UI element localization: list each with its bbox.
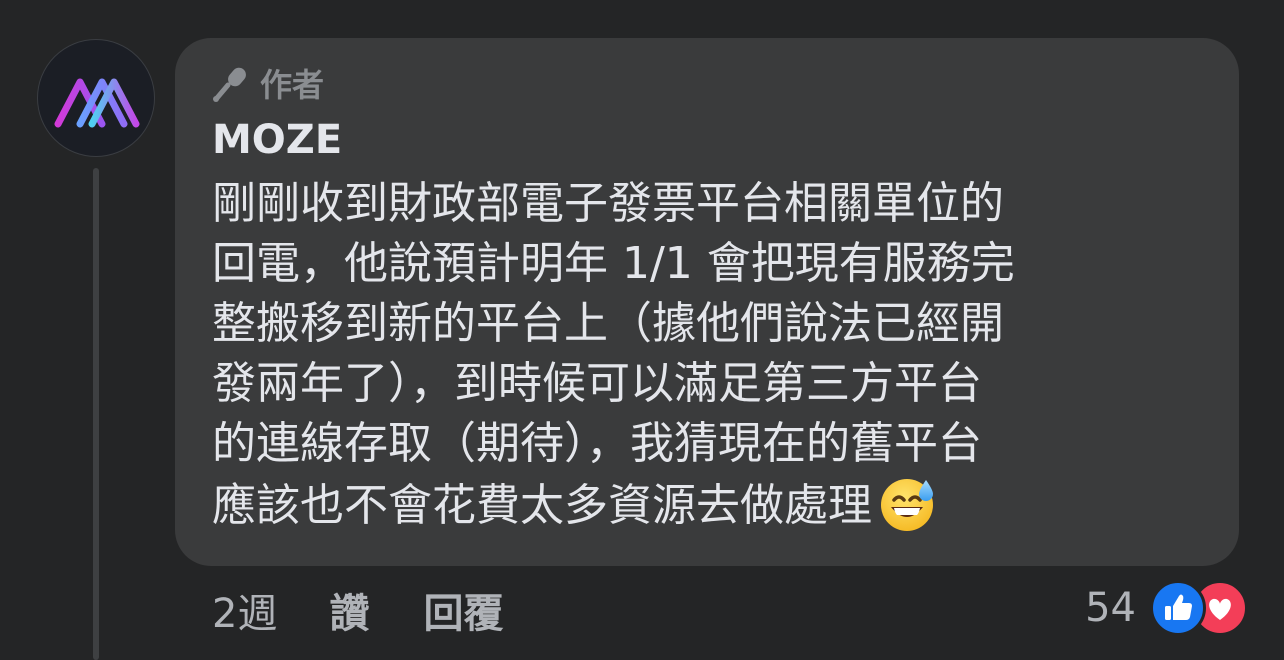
comment-line: 剛剛收到財政部電子發票平台相關單位的 [212, 178, 1004, 229]
reply-button[interactable]: 回覆 [423, 581, 503, 639]
author-name[interactable]: MOZE [212, 112, 342, 168]
comment-line: 整搬移到新的平台上（據他們說法已經開 [212, 298, 1004, 349]
like-icon [1150, 580, 1206, 636]
reaction-count: 54 [1085, 585, 1136, 631]
comment-last-line: 應該也不會花費太多資源去做處理 [212, 474, 1212, 534]
author-badge: 作者 [212, 60, 324, 106]
reactions-summary[interactable]: 54 [1085, 580, 1248, 636]
grinning-face-with-sweat-icon [878, 474, 938, 534]
comment-timestamp[interactable]: 2週 [212, 581, 277, 639]
thread-line [93, 168, 99, 660]
comment-actions: 2週 讚 回覆 [212, 582, 557, 638]
comment-line: 發兩年了），到時候可以滿足第三方平台 [212, 358, 982, 409]
author-badge-label: 作者 [260, 66, 325, 104]
avatar[interactable] [37, 39, 155, 157]
microphone-icon [212, 63, 250, 103]
comment-line: 回電，他說預計明年 1/1 會把現有服務完 [212, 238, 1015, 289]
comment-line: 的連線存取（期待），我猜現在的舊平台 [212, 418, 982, 469]
like-button[interactable]: 讚 [329, 581, 369, 639]
comment-line: 應該也不會花費太多資源去做處理 [212, 480, 872, 531]
comment-text: 剛剛收到財政部電子發票平台相關單位的 回電，他說預計明年 1/1 會把現有服務完… [212, 174, 1212, 534]
moze-logo-icon [54, 78, 140, 128]
